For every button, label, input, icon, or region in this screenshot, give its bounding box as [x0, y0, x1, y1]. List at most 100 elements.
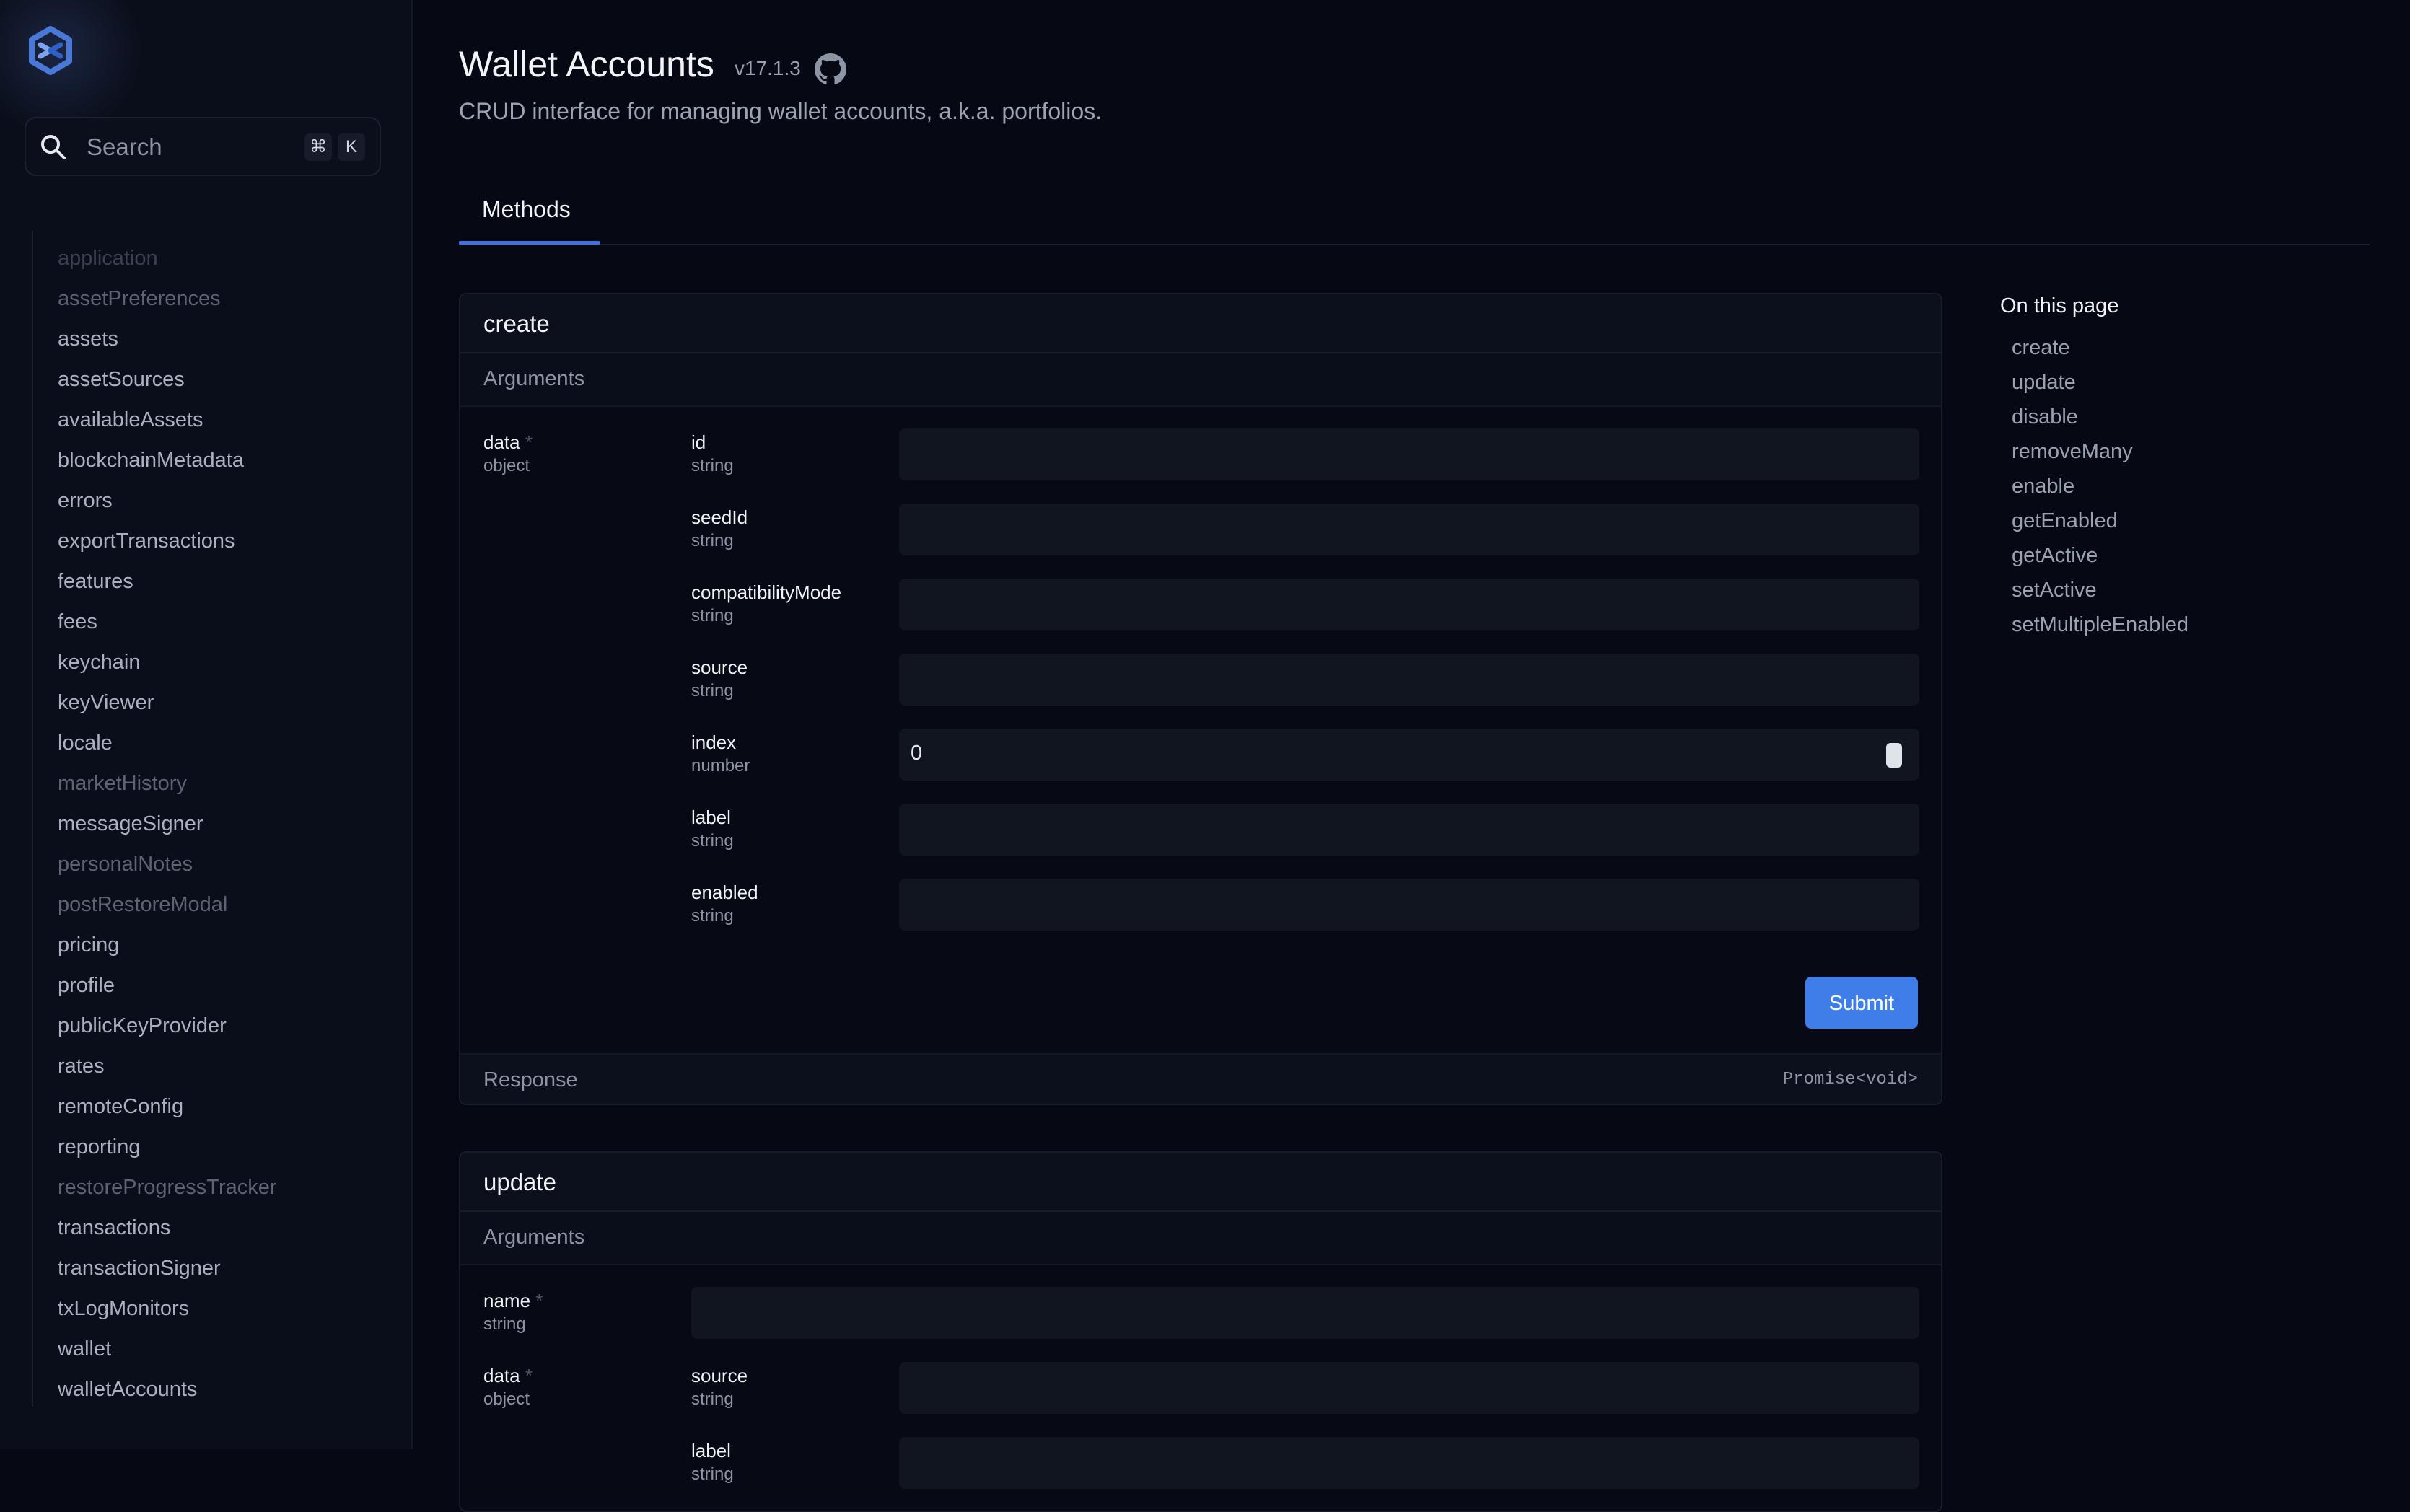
page-subtitle: CRUD interface for managing wallet accou…	[459, 98, 1103, 124]
response-type: Promise<void>	[1782, 1070, 1918, 1089]
sidebar-item[interactable]: assets	[58, 324, 277, 364]
spinner-icon[interactable]	[1886, 743, 1902, 768]
field-label: seedId	[691, 506, 748, 528]
sidebar-item[interactable]: exportTransactions	[58, 526, 277, 566]
param-type: object	[483, 456, 530, 475]
toc-item-getEnabled[interactable]: getEnabled	[2012, 504, 2188, 538]
sidebar: Search ⌘ K application assetPreferences as…	[0, 0, 413, 1449]
field-type: string	[691, 906, 734, 926]
toc-item-getActive[interactable]: getActive	[2012, 538, 2188, 573]
field-label: compatibilityMode	[691, 581, 842, 603]
required-marker: *	[525, 431, 533, 453]
submit-button[interactable]: Submit	[1805, 977, 1918, 1029]
sidebar-item[interactable]: publicKeyProvider	[58, 1011, 277, 1051]
search-icon	[41, 135, 66, 159]
sidebar-item[interactable]: marketHistory	[58, 768, 277, 809]
field-label: label	[691, 806, 731, 828]
method-name: update	[483, 1169, 556, 1195]
field-type: string	[691, 606, 734, 625]
sidebar-item[interactable]: walletAccounts	[58, 1374, 277, 1415]
field-type: string	[691, 531, 734, 550]
arguments-bar: Arguments	[460, 353, 1941, 407]
sidebar-item[interactable]: reporting	[58, 1132, 277, 1172]
sidebar-item[interactable]: transactions	[58, 1213, 277, 1253]
sidebar-item[interactable]: postRestoreModal	[58, 889, 277, 930]
search-placeholder: Search	[87, 133, 162, 160]
sidebar-item[interactable]: rates	[58, 1051, 277, 1091]
sidebar-item[interactable]: fees	[58, 607, 277, 647]
method-card-create: create Arguments data * object id string s…	[459, 293, 1942, 1105]
arguments-bar: Arguments	[460, 1212, 1941, 1265]
sidebar-item[interactable]: assetPreferences	[58, 284, 277, 324]
index-field[interactable]: 0	[899, 729, 1919, 781]
sidebar-item[interactable]: personalNotes	[58, 849, 277, 889]
sidebar-item[interactable]: blockchainMetadata	[58, 445, 277, 485]
param-label: name *	[483, 1290, 543, 1312]
seedId-field[interactable]	[899, 504, 1919, 555]
sidebar-item[interactable]: remoteConfig	[58, 1091, 277, 1132]
sidebar-item[interactable]: messageSigner	[58, 809, 277, 849]
logo-icon[interactable]	[25, 25, 76, 76]
field-label: enabled	[691, 882, 758, 903]
sidebar-divider	[32, 231, 33, 1407]
field-type: string	[691, 681, 734, 700]
arguments-label: Arguments	[483, 1226, 585, 1249]
active-tab-indicator	[459, 241, 600, 245]
param-type: object	[483, 1389, 530, 1409]
id-field[interactable]	[899, 428, 1919, 480]
arguments-label: Arguments	[483, 367, 585, 390]
page-title: Wallet Accounts	[459, 44, 714, 84]
toc-item-enable[interactable]: enable	[2012, 469, 2188, 504]
toc-item-disable[interactable]: disable	[2012, 400, 2188, 434]
label-field[interactable]	[899, 804, 1919, 856]
compatibilityMode-field[interactable]	[899, 579, 1919, 630]
sidebar-item[interactable]: errors	[58, 485, 277, 526]
sidebar-item[interactable]: assetSources	[58, 364, 277, 405]
param-label: data *	[483, 431, 533, 454]
search-input[interactable]: Search ⌘ K	[25, 117, 381, 176]
toc-item-setMultipleEnabled[interactable]: setMultipleEnabled	[2012, 607, 2188, 642]
field-type: string	[691, 456, 734, 475]
param-name: name	[483, 1290, 531, 1311]
tabs-divider	[459, 244, 2370, 245]
toc-list: create update disable removeMany enable getEn…	[2012, 330, 2188, 642]
source-field[interactable]	[899, 1362, 1919, 1414]
sidebar-item[interactable]: application	[58, 243, 277, 284]
required-marker: *	[535, 1290, 543, 1311]
sidebar-item[interactable]: features	[58, 566, 277, 607]
param-label: data *	[483, 1365, 533, 1387]
sidebar-item[interactable]: availableAssets	[58, 405, 277, 445]
sidebar-item[interactable]: wallet	[58, 1334, 277, 1374]
toc-item-removeMany[interactable]: removeMany	[2012, 434, 2188, 469]
sidebar-item[interactable]: restoreProgressTracker	[58, 1172, 277, 1213]
method-card-update: update Arguments name * string data * ob…	[459, 1151, 1942, 1512]
sidebar-item[interactable]: txLogMonitors	[58, 1293, 277, 1334]
tab-methods[interactable]: Methods	[482, 196, 571, 223]
param-name: data	[483, 1365, 520, 1386]
enabled-field[interactable]	[899, 879, 1919, 931]
name-field[interactable]	[691, 1287, 1919, 1339]
toc-title: On this page	[2000, 294, 2119, 317]
github-icon[interactable]	[815, 53, 846, 85]
field-type: string	[691, 1464, 734, 1484]
k-key-badge: K	[338, 133, 365, 161]
toc-item-update[interactable]: update	[2012, 365, 2188, 400]
toc-item-setActive[interactable]: setActive	[2012, 573, 2188, 607]
sidebar-item[interactable]: transactionSigner	[58, 1253, 277, 1293]
sidebar-item[interactable]: keyViewer	[58, 687, 277, 728]
label-field[interactable]	[899, 1437, 1919, 1489]
response-bar: Response Promise<void>	[460, 1053, 1941, 1104]
version-badge: v17.1.3	[735, 57, 801, 79]
sidebar-item[interactable]: keychain	[58, 647, 277, 687]
field-type: number	[691, 756, 750, 775]
sidebar-item[interactable]: profile	[58, 970, 277, 1011]
sidebar-item[interactable]: pricing	[58, 930, 277, 970]
sidebar-item[interactable]: locale	[58, 728, 277, 768]
source-field[interactable]	[899, 654, 1919, 706]
param-type: string	[483, 1314, 526, 1334]
field-value: 0	[911, 742, 923, 765]
param-name: data	[483, 431, 520, 453]
command-key-badge: ⌘	[304, 133, 332, 161]
sidebar-nav: application assetPreferences assets assetSo…	[58, 243, 277, 1415]
toc-item-create[interactable]: create	[2012, 330, 2188, 365]
